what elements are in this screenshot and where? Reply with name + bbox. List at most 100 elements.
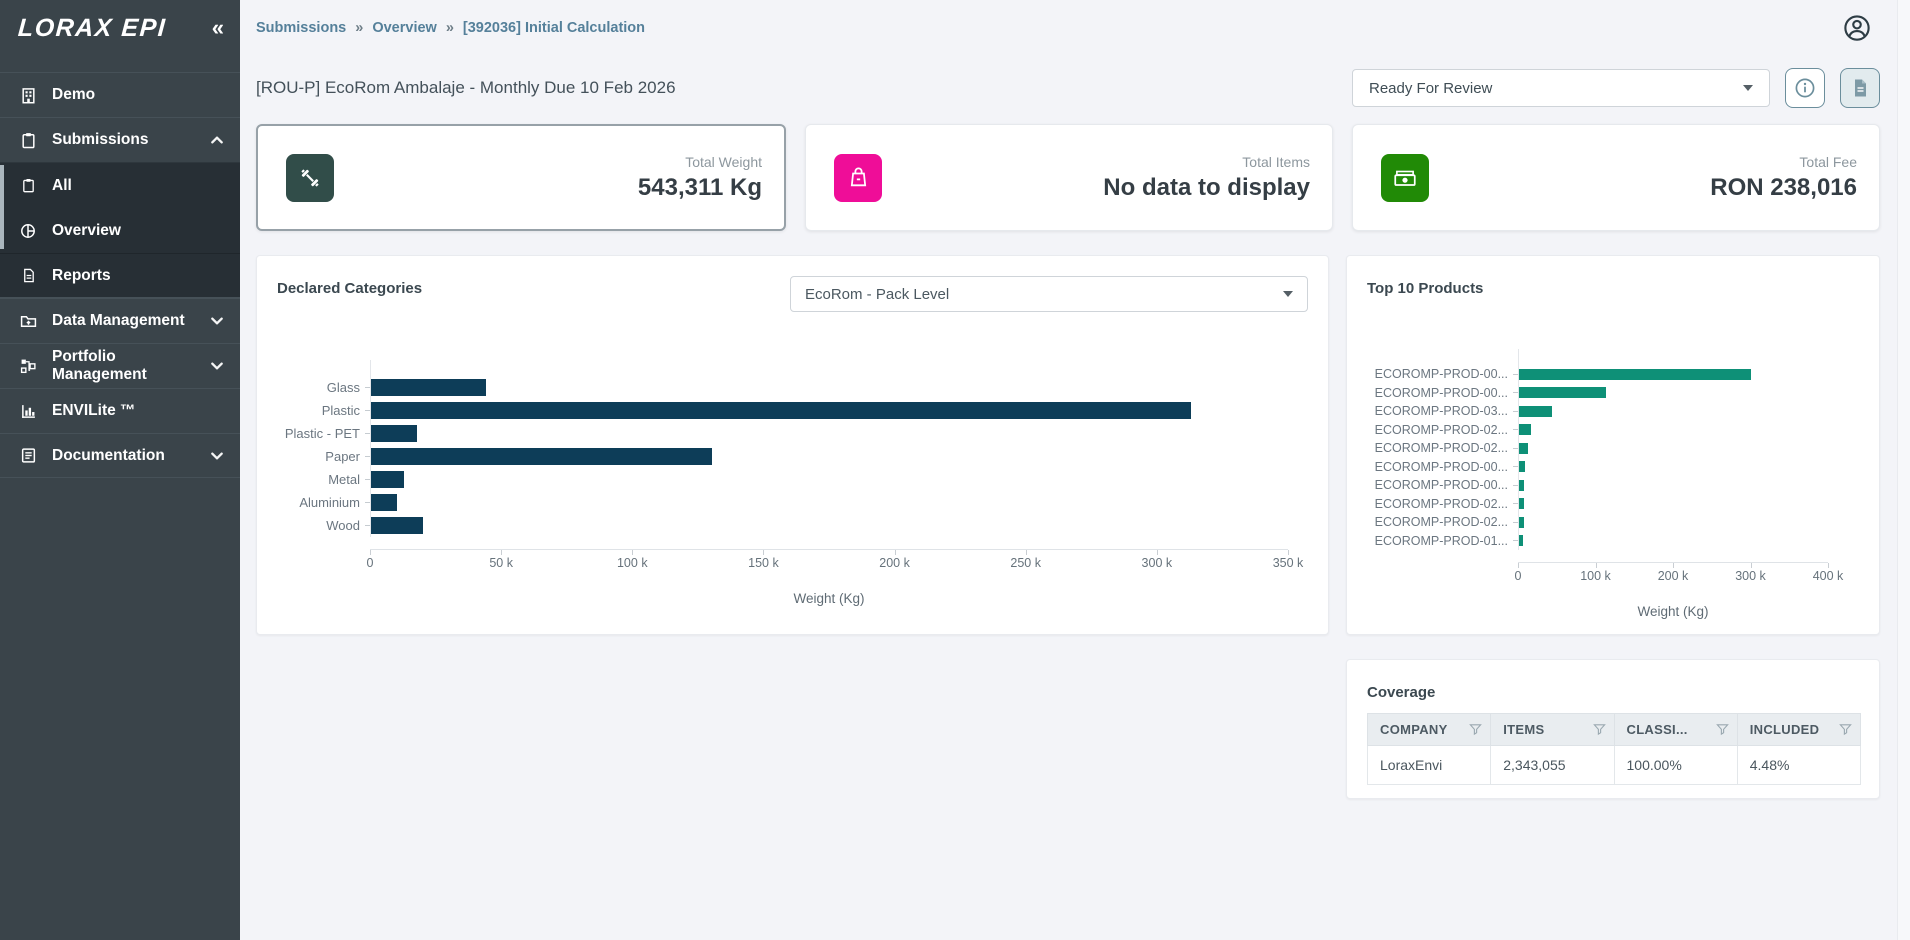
lorax-epi-logo: LORAX EPI — [17, 14, 167, 43]
bar-metal[interactable] — [371, 471, 404, 488]
bar-track — [371, 514, 1288, 537]
banknote-icon — [1381, 154, 1429, 202]
axis-tick-label: 200 k — [879, 556, 910, 570]
sidebar-item-envilite[interactable]: ENVILite ™ — [0, 388, 240, 433]
total-weight-card[interactable]: Total Weight 543,311 Kg — [256, 124, 786, 231]
sidebar-item-overview[interactable]: Overview — [0, 208, 240, 253]
bar-wood[interactable] — [371, 517, 423, 534]
breadcrumb-current[interactable]: [392036] Initial Calculation — [463, 20, 645, 36]
status-dropdown[interactable]: Ready For Review — [1352, 69, 1770, 107]
bar-ecoromp-prod-00[interactable] — [1519, 461, 1525, 472]
submenu-scrollbar[interactable] — [0, 165, 4, 249]
file-text-icon — [1850, 78, 1870, 98]
app-root: LORAX EPI « Demo Submissions — [0, 0, 1910, 940]
column-header-company[interactable]: COMPANY — [1368, 714, 1491, 746]
panels-row: Declared Categories EcoRom - Pack Level … — [256, 255, 1880, 799]
category-label: ECOROMP-PROD-03... — [1367, 402, 1518, 421]
sidebar-item-label: ENVILite ™ — [52, 402, 224, 420]
bar-ecoromp-prod-03[interactable] — [1519, 406, 1552, 417]
axis-tickmark — [1157, 550, 1158, 555]
bar-paper[interactable] — [371, 448, 712, 465]
bar-plastic[interactable] — [371, 402, 1191, 419]
bar-ecoromp-prod-00[interactable] — [1519, 369, 1751, 380]
category-label: Plastic - PET — [277, 422, 370, 445]
bar-ecoromp-prod-02[interactable] — [1519, 443, 1528, 454]
coverage-data-row: LoraxEnvi 2,343,055 100.00% 4.48% — [1368, 746, 1861, 785]
category-label: ECOROMP-PROD-00... — [1367, 384, 1518, 403]
axis-tick-label: 250 k — [1010, 556, 1041, 570]
sidebar-item-label: Overview — [52, 222, 224, 240]
chart-category-labels: ECOROMP-PROD-00...ECOROMP-PROD-00...ECOR… — [1367, 349, 1518, 550]
bar-track — [1519, 439, 1828, 458]
breadcrumb-submissions[interactable]: Submissions — [256, 20, 346, 36]
total-items-card[interactable]: Total Items No data to display — [805, 124, 1333, 231]
page-scrollbar[interactable] — [1897, 0, 1910, 940]
bar-ecoromp-prod-01[interactable] — [1519, 535, 1523, 546]
folder-upload-icon — [18, 311, 38, 331]
sidebar-item-submissions[interactable]: Submissions — [0, 117, 240, 162]
page-controls: Ready For Review — [1352, 68, 1880, 108]
chevron-down-icon — [210, 449, 224, 463]
column-header-items[interactable]: ITEMS — [1491, 714, 1614, 746]
axis-tickmark — [1751, 563, 1752, 568]
category-label: Paper — [277, 445, 370, 468]
right-column: Top 10 Products ECOROMP-PROD-00...ECOROM… — [1346, 255, 1880, 799]
category-label: ECOROMP-PROD-01... — [1367, 532, 1518, 551]
stat-value: RON 238,016 — [1710, 174, 1857, 202]
bar-track — [371, 491, 1288, 514]
title-row: [ROU-P] EcoRom Ambalaje - Monthly Due 10… — [256, 68, 1880, 108]
bar-plastic-pet[interactable] — [371, 425, 417, 442]
sidebar-item-all[interactable]: All — [0, 163, 240, 208]
coverage-title: Coverage — [1367, 680, 1435, 701]
axis-tick-label: 0 — [367, 556, 374, 570]
bar-track — [371, 399, 1288, 422]
sidebar-item-documentation[interactable]: Documentation — [0, 433, 240, 478]
sidebar-item-label: Documentation — [52, 447, 210, 465]
total-fee-card[interactable]: Total Fee RON 238,016 — [1352, 124, 1880, 231]
bar-glass[interactable] — [371, 379, 486, 396]
bar-ecoromp-prod-02[interactable] — [1519, 498, 1524, 509]
user-avatar-icon[interactable] — [1842, 13, 1872, 43]
bar-ecoromp-prod-00[interactable] — [1519, 387, 1606, 398]
topbar: Submissions » Overview » [392036] Initia… — [256, 0, 1880, 50]
bar-ecoromp-prod-00[interactable] — [1519, 480, 1524, 491]
column-header-classified[interactable]: CLASSI... — [1614, 714, 1737, 746]
bar-track — [1519, 513, 1828, 532]
weight-icon — [286, 154, 334, 202]
bar-ecoromp-prod-02[interactable] — [1519, 517, 1524, 528]
sidebar-item-portfolio-management[interactable]: Portfolio Management — [0, 343, 240, 388]
coverage-header-row: COMPANY ITEMS CLASSI... INCLUDED — [1368, 714, 1861, 746]
chevron-up-icon — [210, 133, 224, 147]
column-header-included[interactable]: INCLUDED — [1737, 714, 1860, 746]
bar-track — [1519, 532, 1828, 551]
sidebar-collapse-icon[interactable]: « — [212, 17, 224, 39]
axis-tick-label: 0 — [1515, 569, 1522, 583]
sidebar-item-data-management[interactable]: Data Management — [0, 298, 240, 343]
shopping-bag-icon — [834, 154, 882, 202]
bar-aluminium[interactable] — [371, 494, 397, 511]
clipboard-icon — [18, 130, 38, 150]
category-label: ECOROMP-PROD-02... — [1367, 513, 1518, 532]
x-axis-title: Weight (Kg) — [1518, 604, 1828, 619]
sidebar-item-reports[interactable]: Reports — [0, 253, 240, 298]
building-icon — [18, 85, 38, 105]
scheme-dropdown-value: EcoRom - Pack Level — [805, 286, 949, 303]
info-button[interactable] — [1785, 68, 1825, 108]
category-label: ECOROMP-PROD-02... — [1367, 439, 1518, 458]
page-title: [ROU-P] EcoRom Ambalaje - Monthly Due 10… — [256, 78, 676, 98]
bar-ecoromp-prod-02[interactable] — [1519, 424, 1531, 435]
company-cell: LoraxEnvi — [1368, 746, 1491, 785]
breadcrumb-overview[interactable]: Overview — [372, 20, 437, 36]
scheme-dropdown[interactable]: EcoRom - Pack Level — [790, 276, 1308, 312]
chevron-down-icon — [1283, 291, 1293, 297]
bar-track — [1519, 458, 1828, 477]
sidebar-item-demo[interactable]: Demo — [0, 72, 240, 117]
declared-categories-chart: GlassPlasticPlastic - PETPaperMetalAlumi… — [257, 360, 1328, 606]
report-file-button[interactable] — [1840, 68, 1880, 108]
sidebar-item-label: Reports — [52, 267, 224, 285]
category-label: ECOROMP-PROD-02... — [1367, 495, 1518, 514]
chart-plot-area — [370, 360, 1288, 537]
declared-categories-panel: Declared Categories EcoRom - Pack Level … — [256, 255, 1329, 635]
sidebar-submenu-submissions: All Overview Reports — [0, 162, 240, 298]
info-icon — [1794, 77, 1816, 99]
